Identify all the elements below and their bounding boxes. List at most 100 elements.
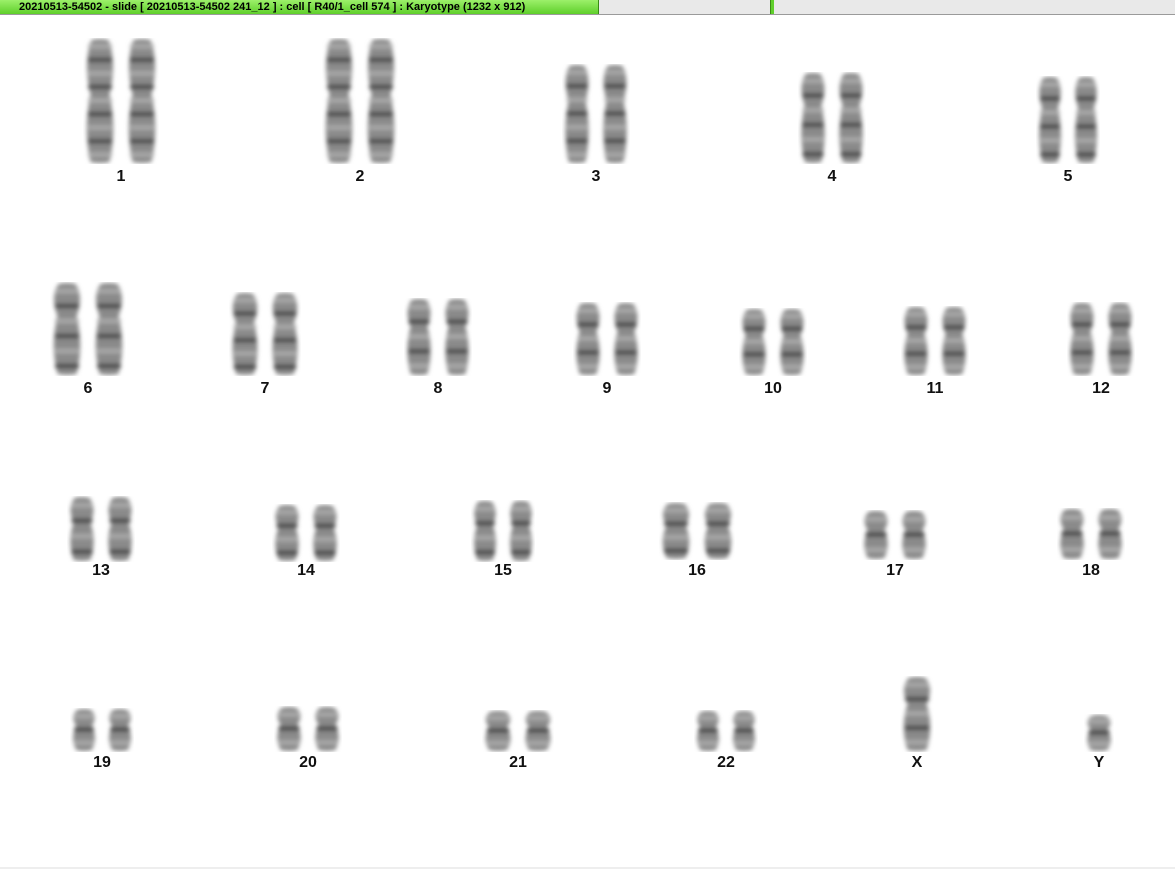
chromosome-band: [408, 334, 430, 339]
chromosome[interactable]: [275, 505, 299, 561]
chromosome-band: [109, 518, 131, 524]
chromosome[interactable]: [902, 511, 926, 559]
chromosome[interactable]: [86, 39, 114, 163]
chromosome[interactable]: [1070, 303, 1094, 375]
chromosome-pair-12[interactable]: [1067, 302, 1135, 376]
chromosome-band: [130, 84, 154, 90]
chromosome[interactable]: [942, 307, 966, 375]
chromosome-band: [273, 364, 297, 370]
chromosome-band: [130, 43, 154, 49]
chromosome[interactable]: [864, 511, 888, 559]
chromosome-pair-3[interactable]: [562, 64, 630, 164]
chromosome-pair-2[interactable]: [322, 38, 398, 164]
chromosome[interactable]: [313, 505, 337, 561]
chromosome[interactable]: [1075, 77, 1097, 163]
chromosome-band: [865, 516, 887, 522]
chromosome[interactable]: [232, 293, 258, 375]
chromosome-pair-15[interactable]: [471, 500, 535, 562]
chromosome[interactable]: [903, 677, 931, 751]
chromosome[interactable]: [565, 65, 589, 163]
chromosome-band: [71, 533, 93, 539]
chromosome-band: [734, 715, 754, 721]
chromosome[interactable]: [733, 711, 755, 751]
chromosome[interactable]: [510, 501, 532, 561]
chromosome[interactable]: [801, 73, 825, 163]
chromosome[interactable]: [109, 709, 131, 751]
chromosome-label-10: 10: [764, 380, 782, 397]
chromosome-band: [905, 364, 927, 370]
chromosome-pair-16[interactable]: [659, 502, 735, 560]
chromosome-pair-11[interactable]: [901, 306, 969, 376]
chromosome-image-3: [565, 65, 627, 163]
chromosome-pair-9[interactable]: [573, 302, 641, 376]
chromosome[interactable]: [742, 309, 766, 375]
chromosome-pair-22[interactable]: [694, 710, 758, 752]
chromosome-band: [71, 549, 93, 555]
chromosome-band: [1071, 336, 1093, 341]
chromosome-pair-7[interactable]: [229, 292, 301, 376]
chromosome[interactable]: [904, 307, 928, 375]
chromosome-band: [475, 520, 495, 526]
chromosome[interactable]: [704, 503, 732, 559]
chromosome-pair-6[interactable]: [50, 282, 126, 376]
chromosome[interactable]: [485, 711, 511, 751]
chromosome-pair-8[interactable]: [404, 298, 472, 376]
chromosome-pair-X[interactable]: [900, 676, 934, 752]
chromosome-pair-10[interactable]: [739, 308, 807, 376]
chromosome[interactable]: [445, 299, 469, 375]
title-bar[interactable]: 20210513-54502 - slide [ 20210513-54502 …: [0, 0, 1175, 15]
chromosome-pair-4[interactable]: [798, 72, 866, 164]
chromosome[interactable]: [662, 503, 690, 559]
chromosome-band: [88, 111, 112, 117]
chromosome-pair-1[interactable]: [83, 38, 159, 164]
chromosome[interactable]: [1039, 77, 1061, 163]
chromosome[interactable]: [277, 707, 301, 751]
chromosome-band: [905, 696, 929, 702]
chromosome-pair-20[interactable]: [274, 706, 342, 752]
chromosome[interactable]: [525, 711, 551, 751]
chromosome-image-14: [275, 505, 337, 561]
chromosome-band: [475, 535, 495, 541]
chromosome-pair-5[interactable]: [1036, 76, 1100, 164]
chromosome-band: [1040, 82, 1060, 87]
chromosome[interactable]: [272, 293, 298, 375]
chromosome-pair-Y[interactable]: [1084, 714, 1114, 752]
chromosome[interactable]: [839, 73, 863, 163]
chromosome-band: [233, 364, 257, 370]
chromosome[interactable]: [603, 65, 627, 163]
chromosome-image-6: [53, 283, 123, 375]
chromosome-pair-18[interactable]: [1057, 508, 1125, 560]
chromosome-pair-13[interactable]: [67, 496, 135, 562]
chromosome[interactable]: [1108, 303, 1132, 375]
chromosome[interactable]: [95, 283, 123, 375]
chromosome-band: [802, 151, 824, 157]
chromosome-pair-17[interactable]: [861, 510, 929, 560]
chromosome[interactable]: [1087, 715, 1111, 751]
chromosome-band: [781, 351, 803, 357]
chromosome[interactable]: [576, 303, 600, 375]
chromosome[interactable]: [53, 283, 81, 375]
chromosome[interactable]: [407, 299, 431, 375]
chromosome[interactable]: [1060, 509, 1084, 559]
karyotype-canvas[interactable]: 1 2 3 4 5 6 7 8 9 10 11 12 13 14 15 16 17 18 19 20 21 22 X Y: [0, 15, 1175, 867]
chromosome-band: [88, 125, 112, 131]
chromosome-pair-19[interactable]: [70, 708, 134, 752]
chromosome[interactable]: [780, 309, 804, 375]
chromosome[interactable]: [1098, 509, 1122, 559]
chromosome[interactable]: [315, 707, 339, 751]
chromosome[interactable]: [367, 39, 395, 163]
chromosome[interactable]: [474, 501, 496, 561]
chromosome[interactable]: [697, 711, 719, 751]
chromosome-pair-21[interactable]: [482, 710, 554, 752]
chromosome[interactable]: [70, 497, 94, 561]
chromosome-band: [1109, 336, 1131, 341]
chromosome[interactable]: [73, 709, 95, 751]
chromosome[interactable]: [325, 39, 353, 163]
chromosome[interactable]: [108, 497, 132, 561]
chromosome[interactable]: [128, 39, 156, 163]
chromosome-band: [526, 728, 550, 733]
chromosome[interactable]: [614, 303, 638, 375]
chromosome-pair-14[interactable]: [272, 504, 340, 562]
chromosome-band: [327, 125, 351, 131]
chromosome-band: [865, 532, 887, 537]
